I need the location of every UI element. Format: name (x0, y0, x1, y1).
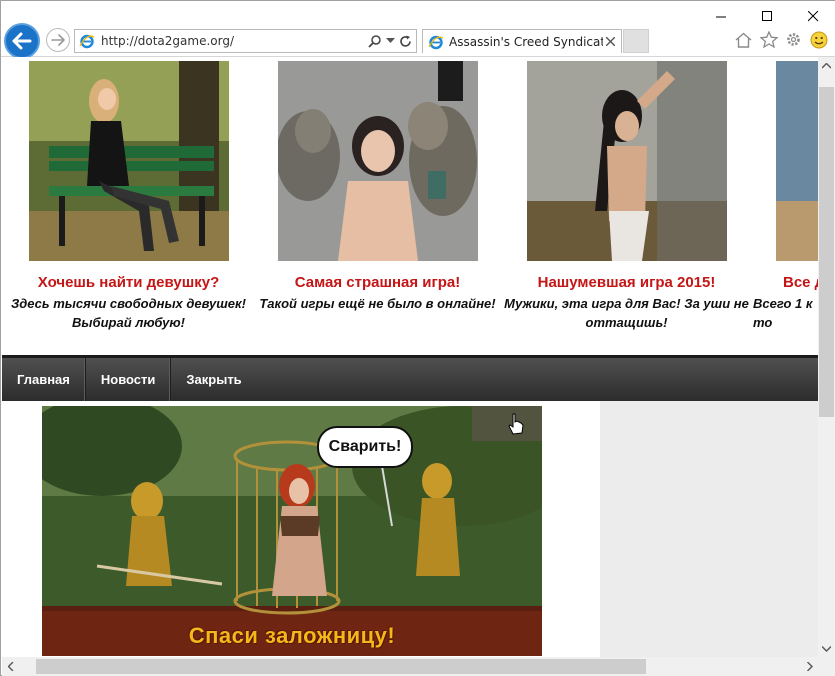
address-bar[interactable]: http://dota2game.org/ (74, 29, 417, 53)
nav-close[interactable]: Закрыть (171, 358, 256, 401)
ie-logo-icon (79, 34, 95, 49)
ad-headline[interactable]: Нашумевшая игра 2015! (504, 274, 749, 291)
feedback-button[interactable] (809, 30, 828, 49)
horizontal-scroll-thumb[interactable] (36, 659, 646, 674)
ad-headline[interactable]: Все д (753, 274, 818, 291)
window-close-icon (807, 10, 818, 21)
sidebar (600, 401, 818, 657)
scroll-left-button[interactable] (2, 657, 19, 676)
back-button[interactable] (4, 23, 40, 59)
ad-text[interactable]: Всего 1 к то (753, 294, 818, 332)
tab-title: Assassin's Creed Syndicate |... (449, 34, 603, 49)
ad-image-horror-game[interactable] (275, 61, 478, 261)
ad-image-girl-bench[interactable] (28, 61, 229, 261)
chevron-down-icon (822, 645, 831, 652)
ad-image-game-2015[interactable] (526, 61, 727, 261)
main-content: Сварить! Спаси заложницу! (2, 401, 818, 657)
ad-strip: Хочешь найти девушку? Здесь тысячи свобо… (2, 57, 818, 357)
ad-card[interactable]: Нашумевшая игра 2015! Мужики, эта игра д… (504, 61, 749, 332)
scroll-right-button[interactable] (801, 657, 818, 676)
ad-text[interactable]: Здесь тысячи свободных девушек! Выбирай … (6, 294, 251, 332)
gear-icon (787, 33, 800, 46)
browser-window: http://dota2game.org/ Assassin's Creed S… (0, 0, 835, 676)
refresh-icon[interactable] (399, 35, 412, 48)
search-icon[interactable] (368, 34, 382, 48)
browser-chrome: http://dota2game.org/ Assassin's Creed S… (1, 1, 835, 59)
ad-headline[interactable]: Хочешь найти девушку? (6, 274, 251, 291)
window-close-button[interactable] (790, 1, 835, 31)
chevron-left-icon (7, 662, 13, 671)
ad-headline[interactable]: Самая страшная игра! (255, 274, 500, 291)
close-icon (605, 37, 615, 46)
minimize-button[interactable] (698, 1, 744, 31)
scroll-down-button[interactable] (818, 640, 835, 657)
nav-home[interactable]: Главная (2, 358, 86, 401)
forward-button[interactable] (46, 28, 70, 52)
ad-text[interactable]: Такой игры ещё не было в онлайне! (255, 294, 500, 313)
ad-card[interactable]: Все д Всего 1 к то (753, 61, 818, 332)
speech-bubble: Сварить! (317, 426, 413, 468)
ad-card[interactable]: Хочешь найти девушку? Здесь тысячи свобо… (6, 61, 251, 332)
banner-caption[interactable]: Спаси заложницу! (42, 616, 542, 656)
ie-logo-icon (428, 35, 444, 49)
page-viewport: Хочешь найти девушку? Здесь тысячи свобо… (2, 57, 818, 657)
maximize-icon (761, 10, 772, 21)
home-icon (735, 32, 752, 48)
tab-assassins-creed[interactable]: Assassin's Creed Syndicate |... (422, 29, 622, 53)
ad-image-room[interactable] (775, 61, 819, 261)
scrollbar-corner (818, 657, 835, 676)
scroll-up-button[interactable] (818, 57, 835, 74)
minimize-icon (715, 16, 726, 17)
window-controls (698, 1, 835, 31)
tab-close-button[interactable] (603, 35, 617, 49)
vertical-scroll-thumb[interactable] (819, 87, 834, 417)
settings-button[interactable] (784, 30, 803, 49)
hand-cursor-icon (508, 413, 524, 435)
game-banner[interactable]: Сварить! Спаси заложницу! (42, 406, 542, 656)
url-text[interactable]: http://dota2game.org/ (101, 34, 368, 48)
smiley-feedback-icon (810, 31, 827, 48)
chevron-up-icon (822, 62, 831, 68)
ad-card[interactable]: Самая страшная игра! Такой игры ещё не б… (255, 61, 500, 313)
ad-text[interactable]: Мужики, эта игра для Вас! За уши не отта… (504, 294, 749, 332)
chevron-right-icon (806, 662, 813, 671)
back-arrow-icon (12, 32, 32, 50)
favorites-star-icon (759, 31, 778, 48)
vertical-scrollbar[interactable] (818, 57, 835, 657)
new-tab-button[interactable] (623, 29, 649, 53)
horizontal-scrollbar[interactable] (2, 657, 818, 676)
home-button[interactable] (734, 30, 753, 49)
forward-arrow-icon (51, 34, 65, 46)
maximize-button[interactable] (744, 1, 790, 31)
site-nav: Главная Новости Закрыть (2, 355, 818, 401)
favorites-button[interactable] (759, 30, 778, 49)
toolbar-icons (734, 30, 828, 49)
nav-news[interactable]: Новости (86, 358, 172, 401)
dropdown-icon[interactable] (386, 38, 395, 44)
